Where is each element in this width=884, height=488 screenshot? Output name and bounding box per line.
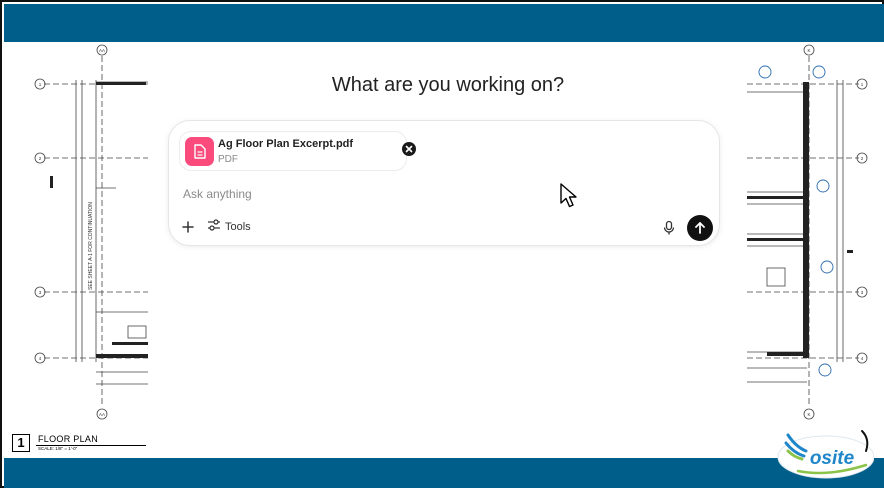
- continuation-note: SEE SHEET A-1 FOR CONTINUATION: [88, 202, 94, 290]
- tools-button[interactable]: Tools: [207, 218, 251, 237]
- microphone-icon[interactable]: [662, 220, 676, 236]
- grid-label-col-right-bottom: K: [807, 412, 810, 417]
- sheet-title-block: 1 FLOOR PLAN SCALE: 1/8" = 1'-0": [12, 434, 98, 452]
- page-title: What are you working on?: [331, 74, 565, 96]
- grid-label-left-3: 3: [39, 290, 42, 295]
- floor-plan-left: 1 2 3 4 AA AA SEE SHEET A-1 FOR CONTINUA…: [4, 42, 148, 458]
- bottom-banner: [4, 458, 884, 488]
- sheet-number: 1: [12, 434, 30, 452]
- presentation-slide: 1 2 3 4 AA AA SEE SHEET A-1 FOR CONTINUA…: [0, 0, 884, 488]
- floor-plan-right: 1 2 3 4 K K: [747, 42, 884, 458]
- sheet-title: FLOOR PLAN: [38, 434, 99, 444]
- grid-label-right-3: 3: [861, 290, 864, 295]
- attachment-file-name: Ag Floor Plan Excerpt.pdf: [218, 138, 354, 150]
- document-icon: [185, 137, 214, 166]
- grid-label-right-2: 2: [861, 156, 864, 161]
- sheet-title-underline: [36, 445, 146, 446]
- grid-label-left-4: 4: [39, 356, 42, 361]
- plus-icon[interactable]: [181, 220, 195, 234]
- attachment-file-type: PDF: [218, 154, 238, 165]
- mouse-pointer-icon: [558, 182, 580, 210]
- grid-label-left-2: 2: [39, 156, 42, 161]
- floor-plan-right-drawing: 1 2 3 4 K K: [747, 44, 868, 420]
- grid-label-col-left-bottom: AA: [99, 412, 105, 417]
- file-attachment[interactable]: Ag Floor Plan Excerpt.pdf PDF: [179, 131, 416, 171]
- prompt-input[interactable]: Ask anything: [183, 187, 252, 201]
- tools-label: Tools: [225, 221, 251, 233]
- sliders-icon: [207, 218, 221, 237]
- grid-label-right-1: 1: [861, 82, 864, 87]
- arrow-up-icon: [695, 222, 705, 234]
- grid-label-right-4: 4: [861, 356, 864, 361]
- chat-composer: Ag Floor Plan Excerpt.pdf PDF Ask anythi…: [168, 120, 720, 246]
- grid-label-left-1: 1: [39, 82, 42, 87]
- top-banner: [4, 4, 884, 42]
- logo-text: osite: [810, 448, 855, 469]
- grid-label-col-left-top: AA: [99, 48, 105, 53]
- grid-label-col-right-top: K: [807, 48, 810, 53]
- osite-logo: osite: [774, 427, 875, 479]
- floor-plan-left-drawing: 1 2 3 4 AA AA SEE SHEET A-1 FOR CONTINUA…: [34, 44, 148, 420]
- close-icon[interactable]: [402, 142, 416, 156]
- sheet-scale: SCALE: 1/8" = 1'-0": [38, 446, 78, 451]
- send-button[interactable]: [687, 215, 713, 241]
